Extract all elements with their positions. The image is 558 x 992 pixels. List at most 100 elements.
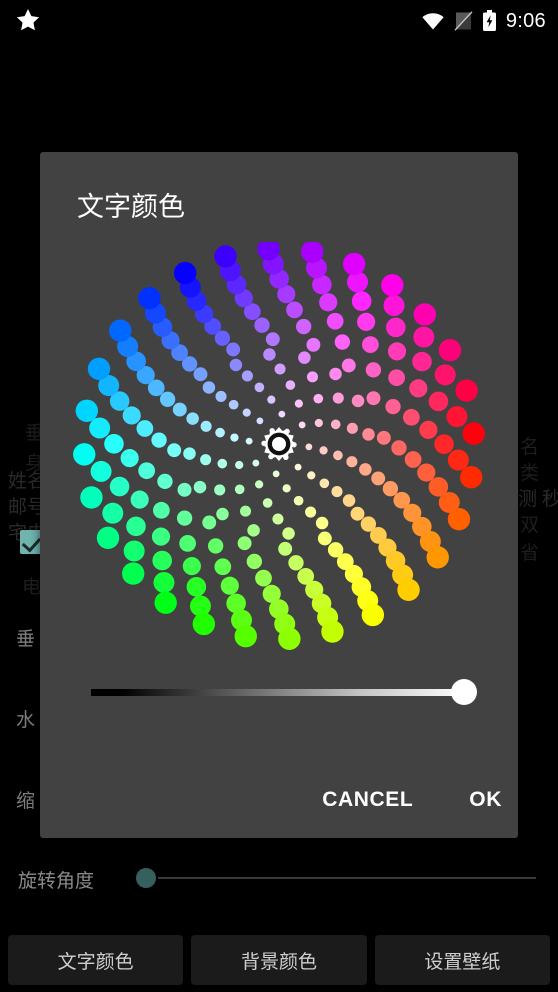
color-swatch-dot[interactable]: [462, 422, 485, 445]
color-swatch-dot[interactable]: [296, 318, 312, 335]
color-swatch-dot[interactable]: [230, 433, 239, 442]
color-swatch-dot[interactable]: [298, 421, 306, 429]
color-swatch-dot[interactable]: [412, 351, 432, 372]
color-swatch-dot[interactable]: [366, 391, 381, 406]
color-swatch-dot[interactable]: [123, 540, 145, 562]
color-swatch-dot[interactable]: [120, 449, 139, 468]
color-swatch-dot[interactable]: [138, 287, 161, 310]
color-swatch-dot[interactable]: [102, 502, 124, 524]
color-swatch-dot[interactable]: [286, 301, 303, 319]
color-swatch-dot[interactable]: [313, 393, 324, 404]
color-swatch-dot[interactable]: [459, 466, 483, 489]
color-swatch-dot[interactable]: [334, 334, 351, 350]
color-swatch-dot[interactable]: [87, 357, 111, 381]
brightness-slider-track[interactable]: [91, 689, 465, 696]
color-swatch-dot[interactable]: [242, 408, 251, 417]
color-swatch-dot[interactable]: [428, 391, 449, 412]
color-swatch-dot[interactable]: [255, 569, 272, 587]
color-swatch-dot[interactable]: [80, 486, 103, 509]
color-swatch-dot[interactable]: [274, 363, 286, 375]
rotation-angle-track[interactable]: [158, 877, 536, 879]
color-swatch-dot[interactable]: [265, 332, 280, 347]
color-swatch-dot[interactable]: [252, 459, 260, 467]
color-swatch-dot[interactable]: [151, 432, 167, 448]
color-swatch-dot[interactable]: [214, 245, 237, 268]
color-swatch-dot[interactable]: [89, 417, 111, 439]
color-swatch-dot[interactable]: [186, 577, 207, 597]
color-swatch-dot[interactable]: [234, 624, 257, 648]
color-swatch-dot[interactable]: [314, 418, 323, 428]
color-swatch-dot[interactable]: [179, 535, 196, 552]
background-color-button[interactable]: 背景颜色: [191, 935, 367, 985]
color-swatch-dot[interactable]: [330, 419, 341, 430]
color-swatch-dot[interactable]: [447, 449, 469, 471]
color-swatch-dot[interactable]: [73, 443, 96, 466]
color-swatch-dot[interactable]: [293, 495, 304, 506]
color-swatch-dot[interactable]: [237, 536, 252, 551]
color-swatch-dot[interactable]: [176, 510, 193, 526]
color-swatch-dot[interactable]: [136, 420, 154, 437]
color-swatch-dot[interactable]: [214, 558, 232, 576]
color-swatch-dot[interactable]: [272, 513, 284, 525]
color-swatch-dot[interactable]: [215, 390, 227, 402]
color-swatch-dot[interactable]: [329, 367, 342, 381]
color-swatch-dot[interactable]: [438, 338, 462, 362]
color-swatch-dot[interactable]: [306, 337, 321, 352]
color-swatch-dot[interactable]: [382, 481, 399, 497]
color-swatch-dot[interactable]: [216, 507, 229, 521]
color-swatch-dot[interactable]: [346, 422, 358, 434]
color-swatch-dot[interactable]: [342, 494, 356, 507]
color-swatch-dot[interactable]: [288, 555, 304, 571]
color-swatch-dot[interactable]: [362, 428, 375, 441]
color-swatch-dot[interactable]: [383, 295, 405, 316]
color-swatch-dot[interactable]: [90, 460, 112, 482]
color-swatch-dot[interactable]: [426, 546, 449, 569]
color-swatch-dot[interactable]: [202, 515, 217, 530]
color-swatch-dot[interactable]: [122, 406, 141, 425]
color-swatch-dot[interactable]: [193, 367, 208, 382]
color-wheel-picker[interactable]: [44, 242, 514, 652]
color-swatch-dot[interactable]: [122, 562, 145, 585]
color-swatch-dot[interactable]: [391, 440, 407, 456]
color-swatch-dot[interactable]: [357, 312, 376, 331]
color-swatch-dot[interactable]: [315, 516, 329, 530]
color-swatch-dot[interactable]: [376, 430, 391, 445]
color-swatch-dot[interactable]: [434, 364, 456, 386]
color-swatch-dot[interactable]: [254, 382, 265, 393]
color-swatch-dot[interactable]: [126, 516, 146, 537]
color-swatch-dot[interactable]: [152, 550, 172, 571]
color-swatch-dot[interactable]: [167, 443, 182, 458]
color-swatch-dot[interactable]: [239, 505, 252, 517]
color-swatch-dot[interactable]: [109, 476, 130, 497]
color-swatch-dot[interactable]: [342, 252, 366, 276]
color-swatch-dot[interactable]: [235, 460, 244, 470]
color-swatch-dot[interactable]: [207, 538, 224, 554]
color-swatch-dot[interactable]: [262, 498, 273, 508]
color-swatch-dot[interactable]: [409, 379, 428, 398]
color-swatch-dot[interactable]: [285, 380, 296, 390]
color-wheel-container[interactable]: [44, 242, 514, 662]
color-swatch-dot[interactable]: [417, 463, 436, 482]
color-swatch-dot[interactable]: [153, 501, 170, 519]
color-swatch-dot[interactable]: [154, 591, 177, 614]
color-swatch-dot[interactable]: [186, 412, 199, 425]
color-swatch-dot[interactable]: [159, 391, 176, 407]
color-swatch-dot[interactable]: [294, 399, 303, 408]
color-swatch-dot[interactable]: [413, 326, 435, 348]
color-swatch-dot[interactable]: [447, 507, 471, 531]
color-swatch-dot[interactable]: [413, 303, 436, 326]
color-swatch-dot[interactable]: [278, 627, 301, 650]
color-swatch-dot[interactable]: [202, 381, 216, 394]
color-swatch-dot[interactable]: [192, 612, 216, 636]
color-swatch-dot[interactable]: [157, 473, 173, 490]
color-swatch-dot[interactable]: [282, 484, 291, 493]
color-swatch-dot[interactable]: [214, 484, 226, 496]
color-swatch-dot[interactable]: [385, 398, 401, 415]
color-swatch-dot[interactable]: [305, 506, 317, 518]
color-swatch-dot[interactable]: [362, 336, 379, 353]
color-swatch-dot[interactable]: [306, 371, 319, 383]
color-swatch-dot[interactable]: [200, 420, 212, 432]
color-swatch-dot[interactable]: [246, 553, 262, 570]
brightness-slider-thumb[interactable]: [451, 679, 477, 705]
color-swatch-dot[interactable]: [247, 524, 260, 537]
